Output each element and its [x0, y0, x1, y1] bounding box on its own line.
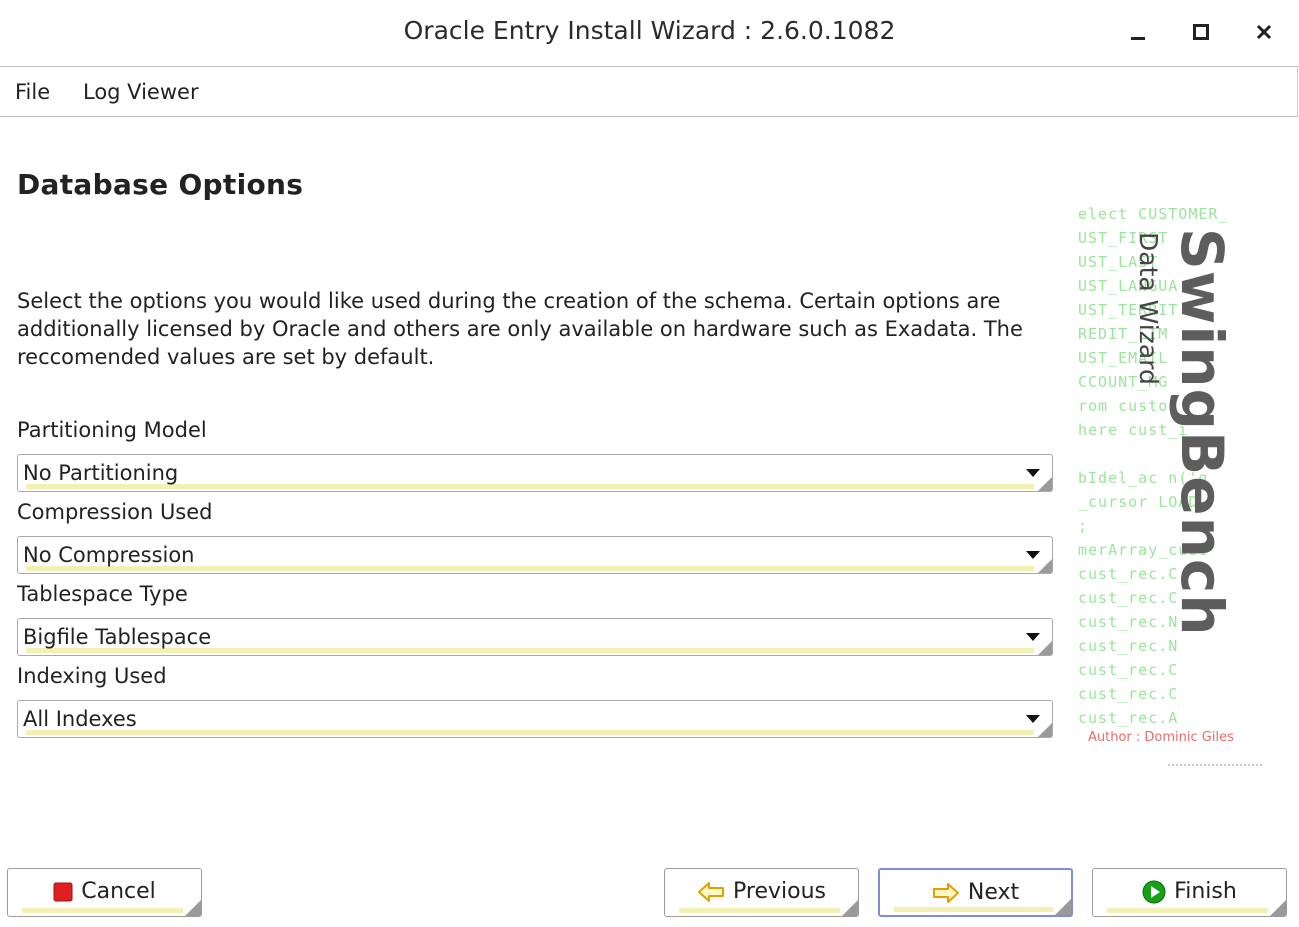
logo-code-line: cust_rec.C — [1078, 589, 1179, 607]
stop-icon — [53, 882, 73, 901]
tablespace-type-select[interactable]: Bigfile Tablespace — [17, 618, 1053, 656]
maximize-icon[interactable] — [1183, 14, 1219, 50]
chevron-down-icon[interactable] — [1026, 469, 1040, 477]
finish-button-label: Finish — [1174, 879, 1237, 904]
title-bar: Oracle Entry Install Wizard : 2.6.0.1082 — [0, 0, 1299, 67]
button-highlight — [1107, 908, 1268, 913]
next-button-label: Next — [967, 880, 1020, 905]
previous-button-label: Previous — [733, 879, 826, 904]
button-content: Previous — [665, 879, 858, 904]
logo-code-line: cust_rec.C — [1078, 661, 1179, 679]
logo-subtitle-text: Data Wizard — [1134, 232, 1163, 385]
button-content: Next — [880, 880, 1071, 905]
next-button[interactable]: Next — [878, 868, 1073, 917]
logo-code-line: cust_rec.A — [1078, 709, 1179, 727]
indexing-used-value: All Indexes — [23, 707, 137, 731]
compression-used-value: No Compression — [23, 543, 195, 567]
partitioning-model-label: Partitioning Model — [17, 418, 207, 442]
logo-code-line: rom custo — [1078, 397, 1169, 415]
logo-code-line: cust_rec.C — [1078, 685, 1179, 703]
minimize-icon[interactable] — [1120, 14, 1156, 50]
logo-code-line: UST_TERRIT — [1078, 301, 1179, 319]
cancel-button[interactable]: Cancel — [7, 868, 202, 917]
logo-brand-text: SwingBench — [1168, 228, 1236, 637]
logo-code-line: cust_rec.N — [1078, 613, 1179, 631]
partitioning-model-value: No Partitioning — [23, 461, 179, 485]
partitioning-model-select[interactable]: No Partitioning — [17, 454, 1053, 492]
page-title: Database Options — [17, 168, 304, 201]
logo-code-line: cust_rec.N — [1078, 637, 1179, 655]
combo-corner — [1038, 641, 1052, 655]
indexing-used-select[interactable]: All Indexes — [17, 700, 1053, 738]
combo-highlight — [26, 730, 1034, 735]
finish-button[interactable]: Finish — [1092, 868, 1287, 917]
tablespace-type-value: Bigfile Tablespace — [23, 625, 212, 649]
menu-file[interactable]: File — [15, 80, 50, 104]
combo-corner — [1038, 477, 1052, 491]
combo-corner — [1038, 559, 1052, 573]
arrow-left-icon — [698, 881, 724, 902]
menu-bar: File Log Viewer — [0, 67, 1298, 117]
compression-used-select[interactable]: No Compression — [17, 536, 1053, 574]
chevron-down-icon[interactable] — [1026, 715, 1040, 723]
button-highlight — [679, 908, 840, 913]
logo-author-text: Author : Dominic Giles — [1088, 730, 1234, 745]
logo-code-line: UST_LANGUA — [1078, 277, 1179, 295]
arrow-right-icon — [932, 882, 959, 903]
window-title: Oracle Entry Install Wizard : 2.6.0.1082 — [403, 16, 896, 45]
button-content: Finish — [1093, 879, 1286, 904]
button-highlight — [894, 907, 1053, 912]
logo-code-line: cust_rec.C — [1078, 565, 1179, 583]
logo-divider — [1168, 764, 1262, 768]
compression-used-label: Compression Used — [17, 500, 213, 524]
close-icon[interactable] — [1246, 14, 1282, 50]
button-highlight — [22, 908, 183, 913]
chevron-down-icon[interactable] — [1026, 551, 1040, 559]
previous-button[interactable]: Previous — [664, 868, 859, 917]
page-description: Select the options you would like used d… — [17, 289, 1023, 369]
menu-log-viewer[interactable]: Log Viewer — [83, 80, 199, 104]
button-content: Cancel — [8, 879, 201, 904]
logo-code-line: elect CUSTOMER_ — [1078, 205, 1229, 223]
tablespace-type-label: Tablespace Type — [17, 582, 188, 606]
indexing-used-label: Indexing Used — [17, 664, 167, 688]
logo-code-line: ; — [1078, 517, 1089, 535]
chevron-down-icon[interactable] — [1026, 633, 1040, 641]
play-circle-icon — [1142, 880, 1166, 903]
combo-corner — [1038, 723, 1052, 737]
cancel-button-label: Cancel — [81, 879, 156, 904]
